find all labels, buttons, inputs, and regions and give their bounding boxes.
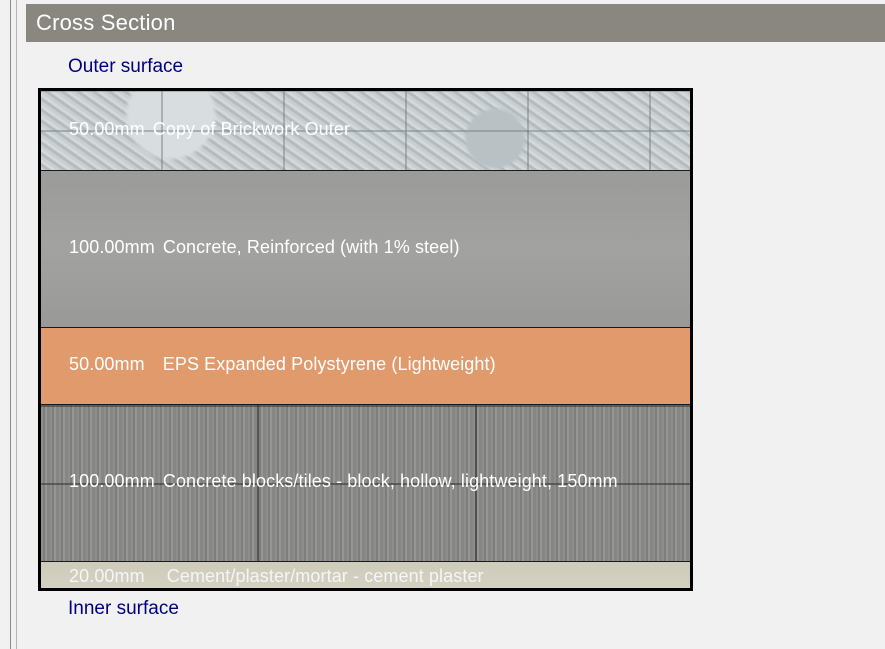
layer-thickness: 100.00mm [69,237,155,257]
layer-thickness: 50.00mm [69,354,145,374]
layer-thickness: 50.00mm [69,119,145,139]
layer-stack: 50.00mm Copy of Brickwork Outer 100.00mm C… [38,88,693,591]
layer-label: 50.00mm EPS Expanded Polystyrene (Lightwe… [69,354,496,375]
layer-material: Concrete blocks/tiles - block, hollow, l… [162,471,618,491]
layer-cement-plaster[interactable]: 20.00mm Cement/plaster/mortar - cement pl… [41,561,690,588]
layer-brickwork-outer[interactable]: 50.00mm Copy of Brickwork Outer [41,91,690,170]
layer-label: 100.00mm Concrete blocks/tiles - block, h… [69,471,618,492]
layer-material: Cement/plaster/mortar - cement plaster [166,566,484,586]
layer-label: 50.00mm Copy of Brickwork Outer [69,119,350,140]
layer-label: 100.00mm Concrete, Reinforced (with 1% st… [69,237,460,258]
layer-concrete-reinforced[interactable]: 100.00mm Concrete, Reinforced (with 1% st… [41,170,690,327]
inner-surface-label: Inner surface [68,598,179,619]
panel-left-border-inner [16,0,17,649]
section-header: Cross Section [26,4,885,42]
layer-thickness: 20.00mm [69,566,145,586]
outer-surface-label: Outer surface [68,56,184,77]
layer-label: 20.00mm Cement/plaster/mortar - cement pl… [69,566,484,587]
layer-material: Concrete, Reinforced (with 1% steel) [162,237,460,257]
layer-material: Copy of Brickwork Outer [152,119,351,139]
panel-left-border [10,0,11,649]
layer-material: EPS Expanded Polystyrene (Lightweight) [162,354,496,374]
cross-section-panel: Cross Section Outer surface 50.00mm Copy … [0,0,885,649]
layer-eps-polystyrene[interactable]: 50.00mm EPS Expanded Polystyrene (Lightwe… [41,327,690,404]
layer-thickness: 100.00mm [69,471,155,491]
layer-concrete-blocks[interactable]: 100.00mm Concrete blocks/tiles - block, h… [41,404,690,561]
